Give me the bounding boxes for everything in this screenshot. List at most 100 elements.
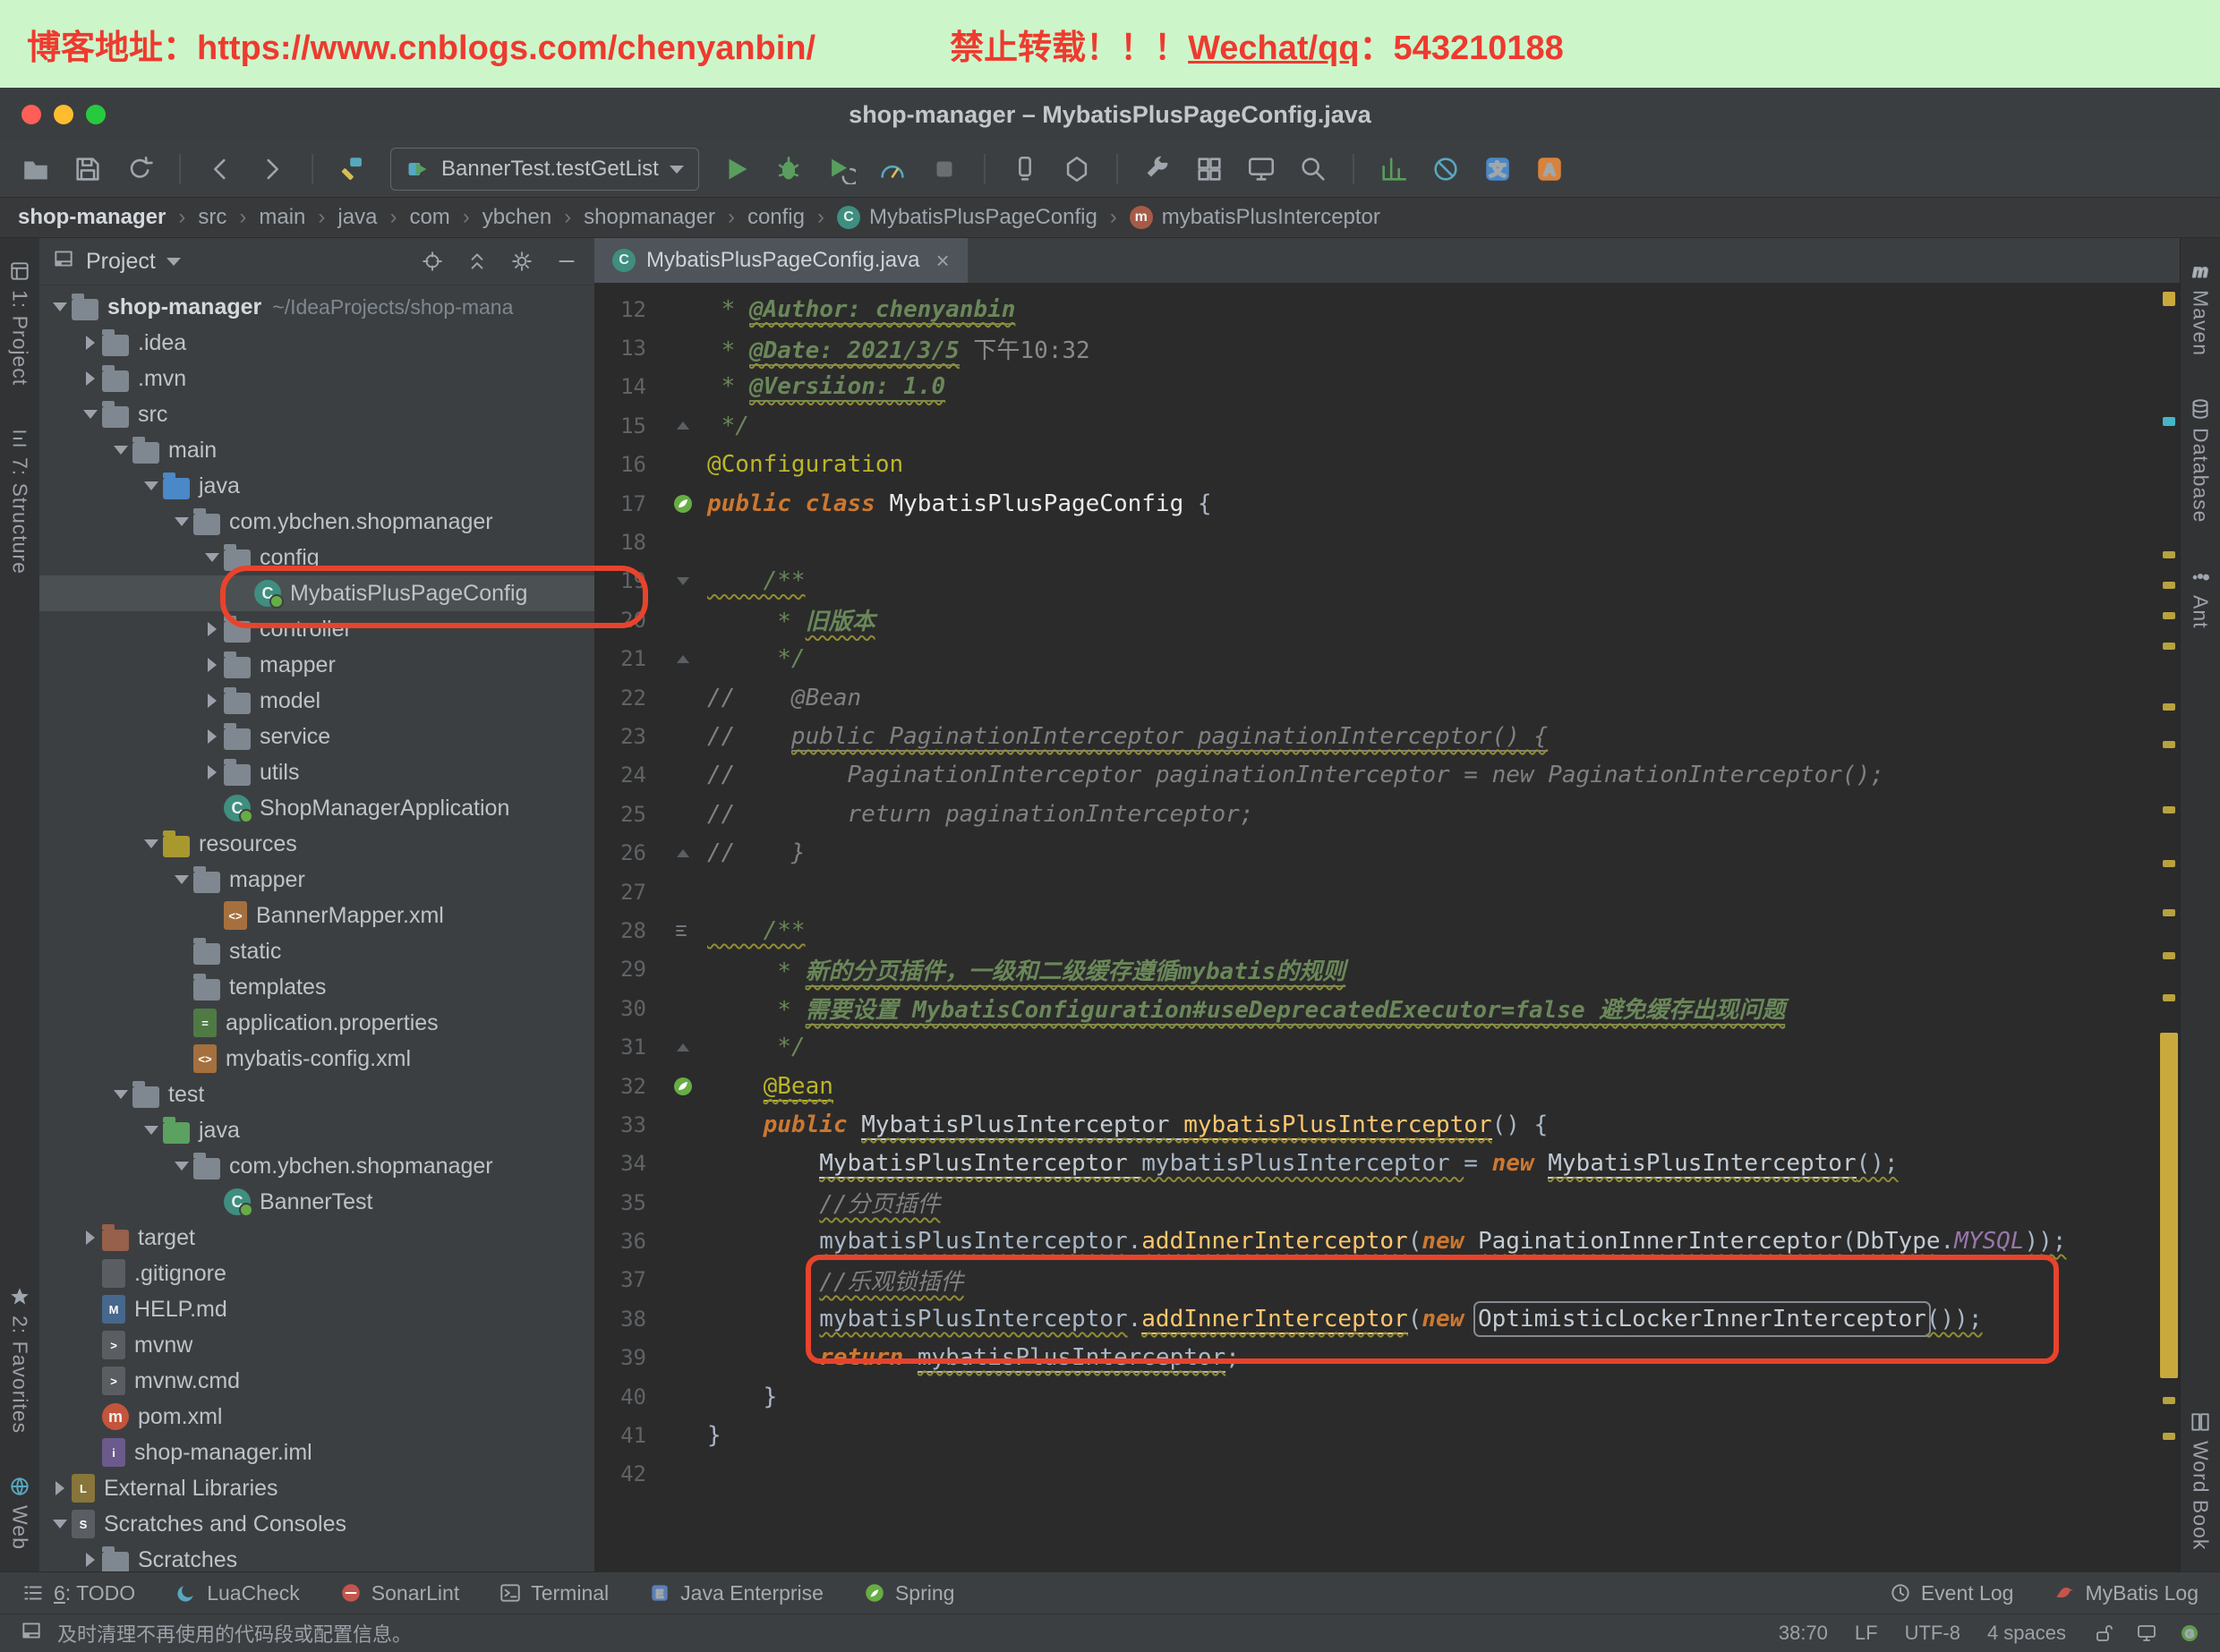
code-line-37[interactable]: 37 //乐观锁插件 bbox=[594, 1261, 2154, 1299]
tree-item--mvn[interactable]: .mvn bbox=[39, 361, 594, 396]
tree-item-mvnw-cmd[interactable]: >mvnw.cmd bbox=[39, 1363, 594, 1399]
line-number[interactable]: 37 bbox=[594, 1267, 659, 1292]
related-items-gutter-icon[interactable] bbox=[672, 920, 694, 941]
chevron-down-icon[interactable] bbox=[170, 1162, 193, 1171]
translate-alt-icon[interactable]: A bbox=[1530, 149, 1569, 189]
code-line-17[interactable]: 17public class MybatisPlusPageConfig { bbox=[594, 484, 2154, 523]
stop-icon[interactable] bbox=[925, 149, 964, 189]
tree-item-mapper[interactable]: mapper bbox=[39, 647, 594, 683]
breadcrumb-item-config[interactable]: config bbox=[747, 205, 805, 230]
tree-item-target[interactable]: target bbox=[39, 1220, 594, 1256]
line-number[interactable]: 12 bbox=[594, 297, 659, 322]
tree-item-mybatispluspageconfig[interactable]: CMybatisPlusPageConfig bbox=[39, 575, 594, 611]
code-line-12[interactable]: 12 * @Author: chenyanbin bbox=[594, 290, 2154, 328]
code-line-40[interactable]: 40 } bbox=[594, 1377, 2154, 1416]
settings-gear-icon[interactable] bbox=[507, 246, 537, 277]
dock-item-word-book[interactable]: Word Book bbox=[2189, 1410, 2213, 1550]
line-number[interactable]: 42 bbox=[594, 1461, 659, 1486]
chevron-down-icon[interactable] bbox=[140, 481, 163, 490]
chevron-right-icon[interactable] bbox=[79, 336, 102, 350]
code-line-42[interactable]: 42 bbox=[594, 1455, 2154, 1494]
line-number[interactable]: 28 bbox=[594, 918, 659, 943]
toolwindow-button-terminal[interactable]: Terminal bbox=[499, 1581, 609, 1605]
line-number[interactable]: 30 bbox=[594, 996, 659, 1021]
caret-position[interactable]: 38:70 bbox=[1779, 1622, 1828, 1645]
project-view-dropdown-icon[interactable] bbox=[166, 258, 181, 266]
line-number[interactable]: 25 bbox=[594, 802, 659, 827]
code-line-36[interactable]: 36 mybatisPlusInterceptor.addInnerInterc… bbox=[594, 1222, 2154, 1260]
line-number[interactable]: 38 bbox=[594, 1307, 659, 1332]
chevron-down-icon[interactable] bbox=[109, 1090, 132, 1099]
line-number[interactable]: 31 bbox=[594, 1035, 659, 1060]
tree-item-main[interactable]: main bbox=[39, 432, 594, 468]
fold-end-icon[interactable] bbox=[677, 849, 689, 857]
fold-end-icon[interactable] bbox=[677, 655, 689, 663]
breadcrumb-item-shop-manager[interactable]: shop-manager bbox=[18, 205, 166, 230]
toolwindow-button-sonarlint[interactable]: SonarLint bbox=[339, 1581, 459, 1605]
chevron-down-icon[interactable] bbox=[79, 410, 102, 419]
line-number[interactable]: 32 bbox=[594, 1074, 659, 1099]
tree-item-utils[interactable]: utils bbox=[39, 754, 594, 790]
chevron-down-icon[interactable] bbox=[140, 839, 163, 848]
code-line-34[interactable]: 34 MybatisPlusInterceptor mybatisPlusInt… bbox=[594, 1145, 2154, 1183]
tree-item-application-properties[interactable]: =application.properties bbox=[39, 1005, 594, 1041]
tree-item--idea[interactable]: .idea bbox=[39, 325, 594, 361]
code-line-23[interactable]: 23// public PaginationInterceptor pagina… bbox=[594, 717, 2154, 755]
grammar-check-icon[interactable]: G bbox=[2179, 1622, 2200, 1644]
dock-item-7-structure[interactable]: 7: Structure bbox=[8, 427, 32, 575]
line-number[interactable]: 20 bbox=[594, 608, 659, 633]
code-line-30[interactable]: 30 * 需要设置 MybatisConfiguration#useDeprec… bbox=[594, 989, 2154, 1027]
chevron-right-icon[interactable] bbox=[79, 371, 102, 386]
code-line-18[interactable]: 18 bbox=[594, 523, 2154, 561]
tree-item-bannermapper-xml[interactable]: <>BannerMapper.xml bbox=[39, 898, 594, 933]
line-number[interactable]: 39 bbox=[594, 1345, 659, 1370]
build-hammer-icon[interactable] bbox=[333, 149, 372, 189]
tree-item-resources[interactable]: resources bbox=[39, 826, 594, 862]
line-number[interactable]: 19 bbox=[594, 568, 659, 593]
hide-panel-icon[interactable] bbox=[551, 246, 582, 277]
line-number[interactable]: 23 bbox=[594, 724, 659, 749]
chevron-right-icon[interactable] bbox=[201, 729, 224, 744]
tree-item-java[interactable]: java bbox=[39, 1112, 594, 1148]
code-line-29[interactable]: 29 * 新的分页插件，一级和二级缓存遵循mybatis的规则 bbox=[594, 950, 2154, 989]
line-number[interactable]: 26 bbox=[594, 840, 659, 865]
chevron-down-icon[interactable] bbox=[201, 553, 224, 562]
dock-item-1-project[interactable]: 1: Project bbox=[8, 260, 32, 386]
line-number[interactable]: 15 bbox=[594, 413, 659, 439]
dock-item-ant[interactable]: Ant bbox=[2189, 565, 2213, 629]
line-number[interactable]: 34 bbox=[594, 1151, 659, 1176]
run-configuration-select[interactable]: BannerTest.testGetList bbox=[390, 148, 699, 191]
toolwindow-button-spring[interactable]: Spring bbox=[863, 1581, 954, 1605]
dock-item-maven[interactable]: mMaven bbox=[2189, 260, 2213, 356]
fold-end-icon[interactable] bbox=[677, 422, 689, 430]
tree-item-mapper[interactable]: mapper bbox=[39, 862, 594, 898]
profiler-icon[interactable] bbox=[873, 149, 912, 189]
line-number[interactable]: 13 bbox=[594, 336, 659, 361]
fold-start-icon[interactable] bbox=[677, 577, 689, 585]
code-line-14[interactable]: 14 * @Versiion: 1.0 bbox=[594, 368, 2154, 406]
indent-setting[interactable]: 4 spaces bbox=[1987, 1622, 2066, 1645]
tree-item-shopmanagerapplication[interactable]: CShopManagerApplication bbox=[39, 790, 594, 826]
tree-item-templates[interactable]: templates bbox=[39, 969, 594, 1005]
line-number[interactable]: 17 bbox=[594, 491, 659, 516]
code-line-32[interactable]: 32 @Bean bbox=[594, 1067, 2154, 1105]
code-line-13[interactable]: 13 * @Date: 2021/3/5 下午10:32 bbox=[594, 328, 2154, 367]
chevron-right-icon[interactable] bbox=[201, 694, 224, 708]
line-number[interactable]: 40 bbox=[594, 1384, 659, 1409]
toolwindow-toggle-icon[interactable] bbox=[20, 1619, 43, 1642]
code-line-28[interactable]: 28 /** bbox=[594, 911, 2154, 949]
code-line-33[interactable]: 33 public MybatisPlusInterceptor mybatis… bbox=[594, 1105, 2154, 1144]
tree-item-test[interactable]: test bbox=[39, 1077, 594, 1112]
code-line-31[interactable]: 31 */ bbox=[594, 1027, 2154, 1066]
tab-mybatispluspageconfig[interactable]: C MybatisPlusPageConfig.java × bbox=[594, 238, 968, 283]
dock-item-web[interactable]: Web bbox=[8, 1475, 32, 1550]
code-line-38[interactable]: 38 mybatisPlusInterceptor.addInnerInterc… bbox=[594, 1299, 2154, 1338]
line-ending[interactable]: LF bbox=[1855, 1622, 1878, 1645]
statistics-icon[interactable] bbox=[1374, 149, 1413, 189]
tree-item-controller[interactable]: controller bbox=[39, 611, 594, 647]
toolwindow-button-event-log[interactable]: Event Log bbox=[1889, 1581, 2014, 1605]
chevron-right-icon[interactable] bbox=[201, 765, 224, 779]
code-line-25[interactable]: 25// return paginationInterceptor; bbox=[594, 795, 2154, 833]
code-line-22[interactable]: 22// @Bean bbox=[594, 678, 2154, 717]
breadcrumb-item-ybchen[interactable]: ybchen bbox=[482, 205, 551, 230]
